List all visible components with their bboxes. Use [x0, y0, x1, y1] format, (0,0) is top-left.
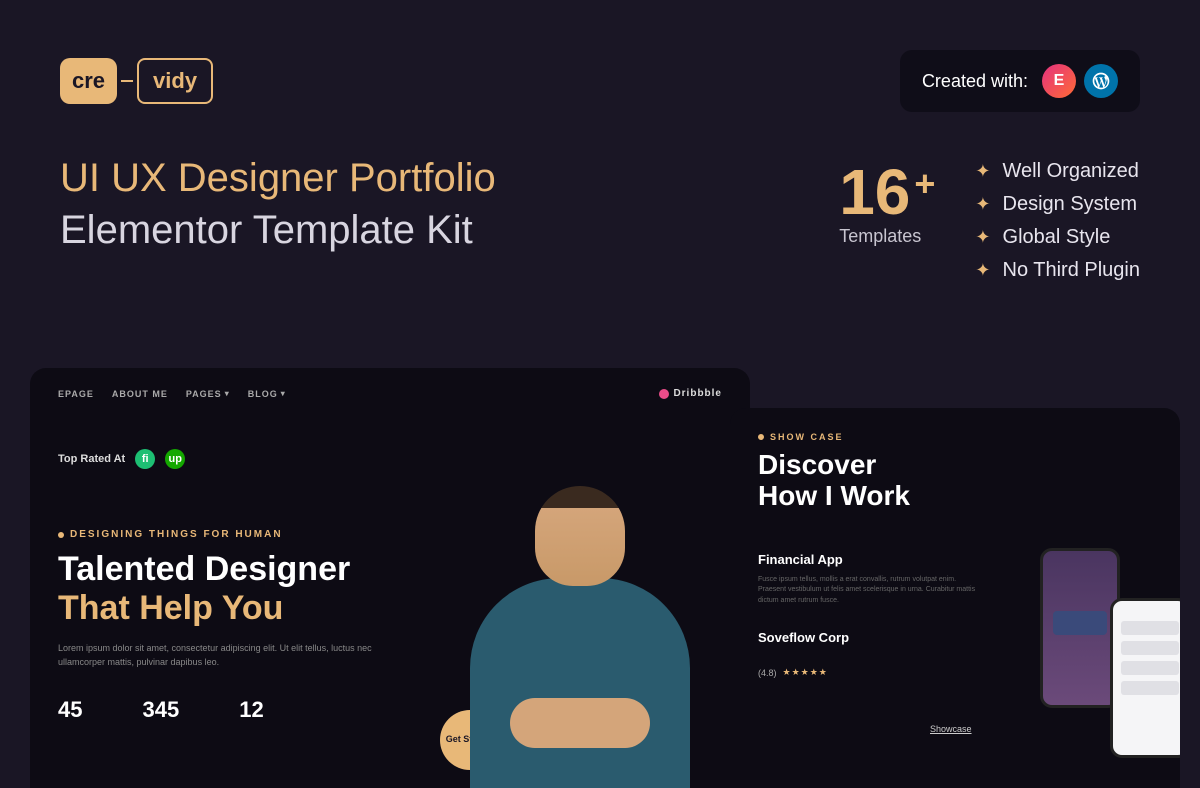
stat: 45 — [58, 697, 82, 723]
wordpress-icon — [1084, 64, 1118, 98]
chevron-down-icon: ▾ — [225, 389, 230, 398]
created-with-label: Created with: — [922, 71, 1028, 92]
showcase-title-1: Discover — [758, 450, 1152, 481]
chevron-down-icon: ▾ — [281, 389, 286, 398]
preview-showcase: SHOW CASE Discover How I Work Financial … — [730, 408, 1180, 788]
logo-part2: vidy — [153, 68, 197, 94]
project-description: Fusce ipsum tellus, mollis a erat conval… — [758, 575, 978, 607]
fiverr-icon: fi — [135, 449, 155, 469]
showcase-link[interactable]: Showcase — [930, 724, 972, 734]
stat: 12 — [239, 697, 263, 723]
stars-icon: ★★★★★ — [783, 667, 828, 678]
nav-item[interactable]: EPAGE — [58, 389, 94, 399]
sparkle-icon: ✦ — [975, 227, 990, 248]
nav-item[interactable]: ABOUT ME — [112, 389, 168, 399]
stat: 345 — [142, 697, 179, 723]
sparkle-icon: ✦ — [975, 260, 990, 281]
count-plus: + — [910, 160, 935, 202]
logo: cre vidy — [60, 58, 213, 104]
logo-part1: cre — [60, 58, 117, 104]
feature-item: ✦Global Style — [975, 226, 1140, 249]
count-label: Templates — [839, 226, 935, 247]
top-rated: Top Rated At fi up — [58, 449, 722, 469]
sparkle-icon: ✦ — [975, 161, 990, 182]
person-image — [450, 468, 710, 788]
preview-homepage: EPAGE ABOUT ME PAGES▾ BLOG▾ Dribbble Top… — [30, 368, 750, 788]
feature-item: ✦Well Organized — [975, 160, 1140, 183]
elementor-icon: E — [1042, 64, 1076, 98]
title-line1: UI UX Designer Portfolio — [60, 152, 789, 204]
nav-item[interactable]: BLOG▾ — [248, 389, 286, 399]
dribbble-link[interactable]: Dribbble — [659, 388, 722, 399]
features-list: ✦Well Organized ✦Design System ✦Global S… — [975, 160, 1140, 282]
dribbble-icon — [659, 389, 669, 399]
dot-icon — [758, 434, 764, 440]
created-with-badge: Created with: E — [900, 50, 1140, 112]
title-line2: Elementor Template Kit — [60, 204, 789, 256]
phone-mockup-2 — [1110, 598, 1180, 758]
dot-icon — [58, 532, 64, 538]
logo-connector — [121, 80, 133, 82]
nav-item[interactable]: PAGES▾ — [186, 389, 230, 399]
showcase-eyebrow: SHOW CASE — [758, 432, 1152, 442]
feature-item: ✦No Third Plugin — [975, 259, 1140, 282]
sparkle-icon: ✦ — [975, 194, 990, 215]
showcase-title-2: How I Work — [758, 481, 1152, 512]
phone-mockup-1 — [1040, 548, 1120, 708]
feature-item: ✦Design System — [975, 193, 1140, 216]
upwork-icon: up — [165, 449, 185, 469]
template-count: 16 + Templates — [839, 160, 935, 247]
count-number: 16 — [839, 160, 910, 224]
logo-part2-wrap: vidy — [137, 58, 213, 104]
hero-description: Lorem ipsum dolor sit amet, consectetur … — [58, 642, 418, 669]
